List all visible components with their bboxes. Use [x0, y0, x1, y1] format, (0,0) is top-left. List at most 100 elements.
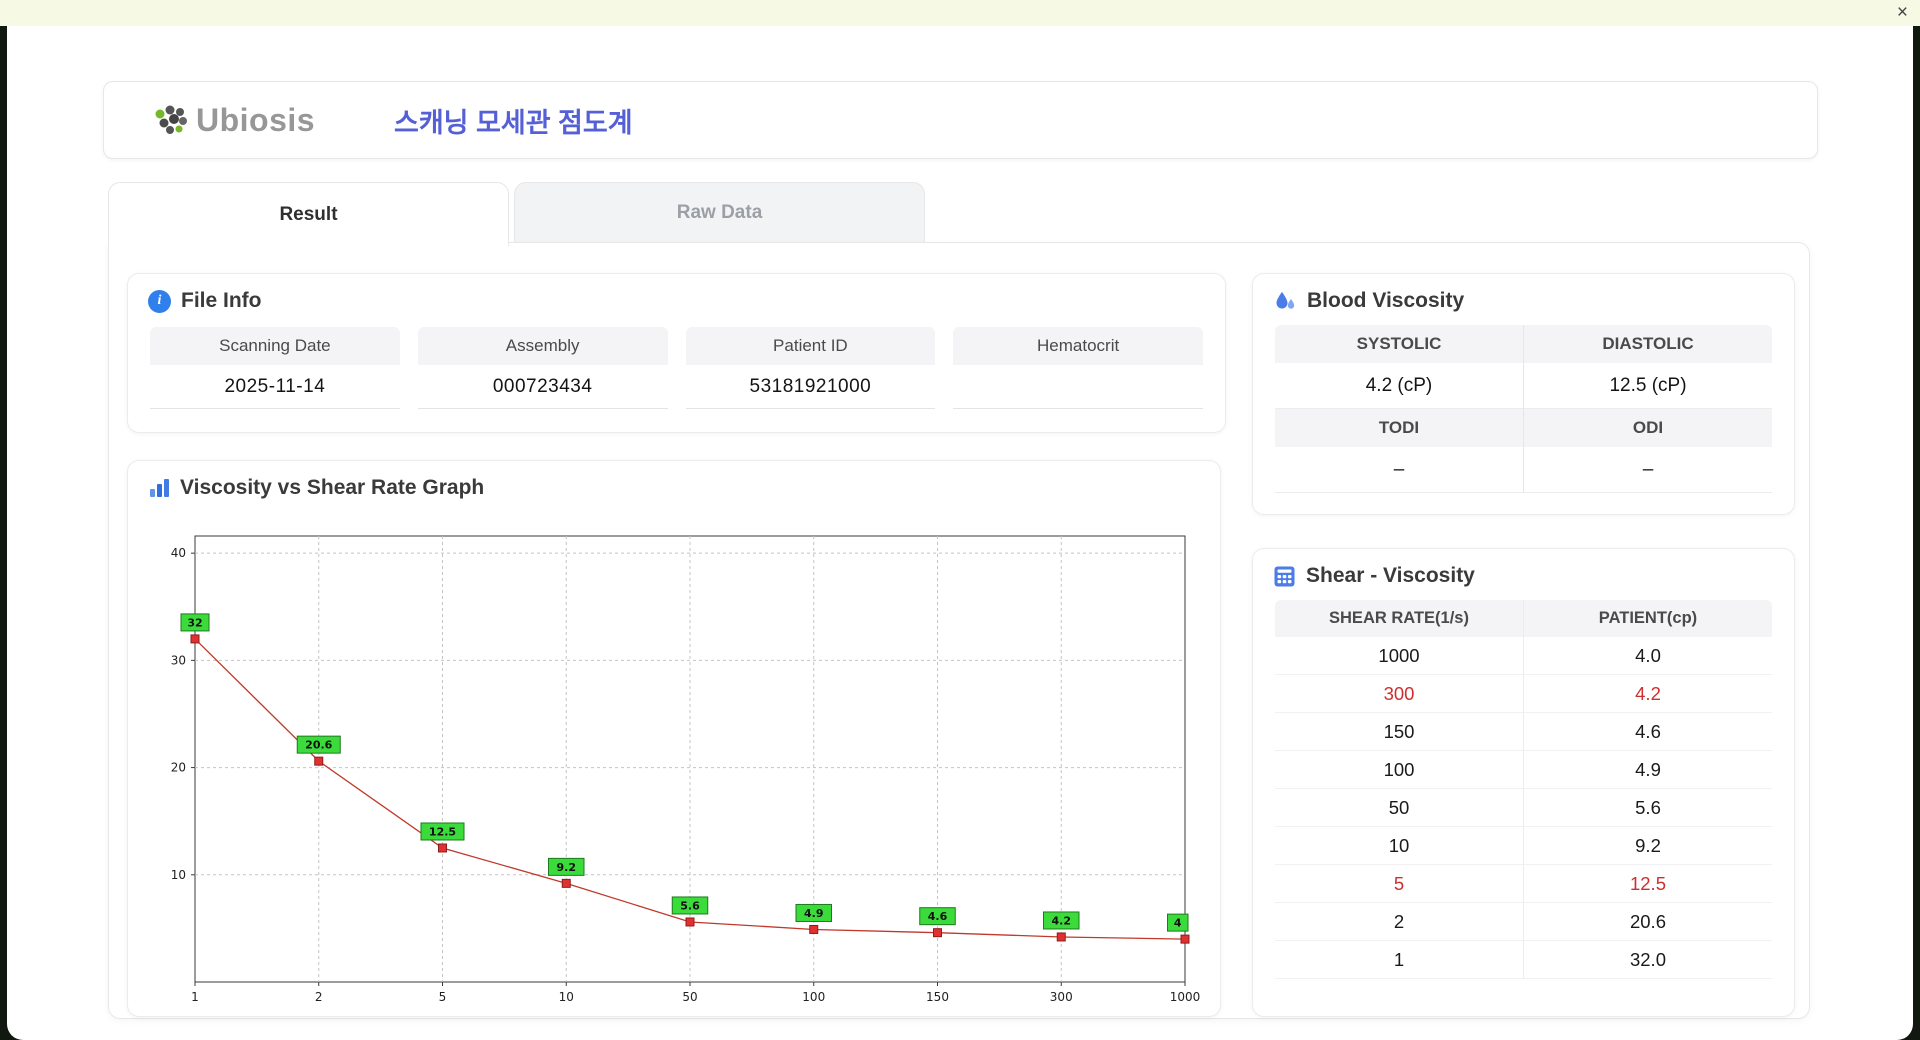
- svg-text:20: 20: [171, 761, 186, 775]
- patient-value-cell: 12.5: [1523, 865, 1772, 903]
- blood-viscosity-table: SYSTOLIC DIASTOLIC 4.2 (cP) 12.5 (cP) TODI OD…: [1275, 325, 1772, 493]
- file-info-card: i File Info Scanning Date 2025-11-14 Assem…: [127, 273, 1226, 433]
- shear-rate-cell: 1000: [1275, 637, 1523, 675]
- content-panel: i File Info Scanning Date 2025-11-14 Assem…: [108, 242, 1810, 1019]
- file-info-field: Assembly 000723434: [417, 327, 668, 409]
- svg-text:9.2: 9.2: [557, 861, 577, 874]
- shear-viscosity-table: SHEAR RATE(1/s) PATIENT(cp) 1000 4.0 300 4.2 1…: [1275, 600, 1772, 979]
- droplet-icon: [1273, 289, 1297, 313]
- table-row: 300 4.2: [1275, 675, 1772, 713]
- table-header-cell: TODI: [1275, 409, 1523, 447]
- table-cell: –: [1275, 447, 1523, 493]
- field-label: Patient ID: [685, 327, 936, 365]
- svg-text:32: 32: [187, 616, 202, 629]
- file-info-field: Scanning Date 2025-11-14: [150, 327, 400, 409]
- table-row: 5 12.5: [1275, 865, 1772, 903]
- field-value: 53181921000: [685, 365, 936, 409]
- patient-value-cell: 4.9: [1523, 751, 1772, 789]
- table-header-cell: ODI: [1523, 409, 1772, 447]
- tab-result[interactable]: Result: [108, 182, 509, 246]
- patient-value-cell: 4.6: [1523, 713, 1772, 751]
- page-title: 스캐닝 모세관 점도계: [394, 107, 633, 138]
- blood-viscosity-header: Blood Viscosity: [1253, 274, 1794, 323]
- shear-rate-cell: 2: [1275, 903, 1523, 941]
- svg-text:10: 10: [171, 868, 186, 882]
- patient-value-cell: 5.6: [1523, 789, 1772, 827]
- info-icon: i: [148, 289, 171, 313]
- table-row: 1 32.0: [1275, 941, 1772, 979]
- svg-text:20.6: 20.6: [305, 739, 332, 752]
- graph-header: Viscosity vs Shear Rate Graph: [128, 461, 1220, 510]
- table-header-cell: PATIENT(cp): [1523, 600, 1772, 637]
- file-info-fields: Scanning Date 2025-11-14 Assembly 000723434…: [128, 323, 1225, 409]
- shear-viscosity-title: Shear - Viscosity: [1306, 564, 1475, 587]
- svg-text:4.9: 4.9: [804, 907, 824, 920]
- shear-viscosity-header: Shear - Viscosity: [1253, 549, 1794, 598]
- shear-viscosity-card: Shear - Viscosity SHEAR RATE(1/s) PATIENT…: [1252, 548, 1795, 1017]
- svg-text:30: 30: [171, 653, 186, 667]
- tab-raw-data[interactable]: Raw Data: [514, 182, 925, 242]
- window-titlebar: ×: [0, 0, 1920, 26]
- file-info-title: File Info: [181, 289, 262, 312]
- table-header-row: SYSTOLIC DIASTOLIC: [1275, 325, 1772, 363]
- patient-value-cell: 9.2: [1523, 827, 1772, 865]
- logo-cluster-icon: [150, 102, 192, 138]
- table-row: – –: [1275, 447, 1772, 493]
- table-row: 2 20.6: [1275, 903, 1772, 941]
- table-header-cell: DIASTOLIC: [1523, 325, 1772, 363]
- app-window: Ubiosis 스캐닝 모세관 점도계 Result Raw Data i Fi…: [7, 26, 1913, 1040]
- svg-text:1000: 1000: [1170, 990, 1201, 1004]
- patient-value-cell: 4.2: [1523, 675, 1772, 713]
- table-header-row: SHEAR RATE(1/s) PATIENT(cp): [1275, 600, 1772, 637]
- patient-value-cell: 4.0: [1523, 637, 1772, 675]
- table-cell: 4.2 (cP): [1275, 363, 1523, 409]
- svg-text:4.6: 4.6: [928, 910, 948, 923]
- table-header-cell: SHEAR RATE(1/s): [1275, 600, 1523, 637]
- table-cell: –: [1523, 447, 1772, 493]
- bar-chart-icon: [148, 477, 170, 499]
- table-row: 150 4.6: [1275, 713, 1772, 751]
- svg-text:150: 150: [926, 990, 949, 1004]
- svg-text:40: 40: [171, 546, 186, 560]
- svg-text:4: 4: [1174, 917, 1182, 930]
- patient-value-cell: 20.6: [1523, 903, 1772, 941]
- file-info-header: i File Info: [128, 274, 1225, 323]
- field-value: 000723434: [417, 365, 668, 409]
- table-row: 1000 4.0: [1275, 637, 1772, 675]
- svg-text:12.5: 12.5: [429, 825, 456, 838]
- graph-title: Viscosity vs Shear Rate Graph: [180, 476, 485, 499]
- table-row: 4.2 (cP) 12.5 (cP): [1275, 363, 1772, 409]
- close-icon[interactable]: ×: [1897, 1, 1908, 25]
- shear-rate-cell: 100: [1275, 751, 1523, 789]
- shear-rate-cell: 1: [1275, 941, 1523, 979]
- field-label: Assembly: [417, 327, 668, 365]
- svg-text:10: 10: [559, 990, 574, 1004]
- header-card: Ubiosis 스캐닝 모세관 점도계: [103, 81, 1818, 159]
- shear-rate-cell: 10: [1275, 827, 1523, 865]
- blood-viscosity-title: Blood Viscosity: [1307, 289, 1465, 312]
- table-row: 100 4.9: [1275, 751, 1772, 789]
- field-value: [953, 365, 1203, 409]
- table-row: 50 5.6: [1275, 789, 1772, 827]
- field-value: 2025-11-14: [150, 365, 400, 409]
- field-label: Scanning Date: [150, 327, 400, 365]
- field-label: Hematocrit: [953, 327, 1203, 365]
- table-cell: 12.5 (cP): [1523, 363, 1772, 409]
- grid-table-icon: [1273, 565, 1296, 588]
- shear-rate-cell: 150: [1275, 713, 1523, 751]
- blood-viscosity-card: Blood Viscosity SYSTOLIC DIASTOLIC 4.2 (cP…: [1252, 273, 1795, 515]
- svg-text:2: 2: [315, 990, 323, 1004]
- ubiosis-logo: Ubiosis: [150, 102, 350, 139]
- table-header-row: TODI ODI: [1275, 409, 1772, 447]
- svg-text:4.2: 4.2: [1052, 914, 1072, 927]
- patient-value-cell: 32.0: [1523, 941, 1772, 979]
- table-header-cell: SYSTOLIC: [1275, 325, 1523, 363]
- file-info-field: Patient ID 53181921000: [685, 327, 936, 409]
- shear-rate-cell: 300: [1275, 675, 1523, 713]
- shear-rate-cell: 5: [1275, 865, 1523, 903]
- viscosity-chart: 10 20 30 40 1 2 5 10 50 100 150 300 1000 32 20.6 12.5 9.…: [171, 535, 1201, 1004]
- svg-text:5: 5: [439, 990, 447, 1004]
- svg-text:100: 100: [802, 990, 825, 1004]
- graph-card: Viscosity vs Shear Rate Graph 10 20 30 40 1 2…: [127, 460, 1221, 1017]
- svg-text:300: 300: [1050, 990, 1073, 1004]
